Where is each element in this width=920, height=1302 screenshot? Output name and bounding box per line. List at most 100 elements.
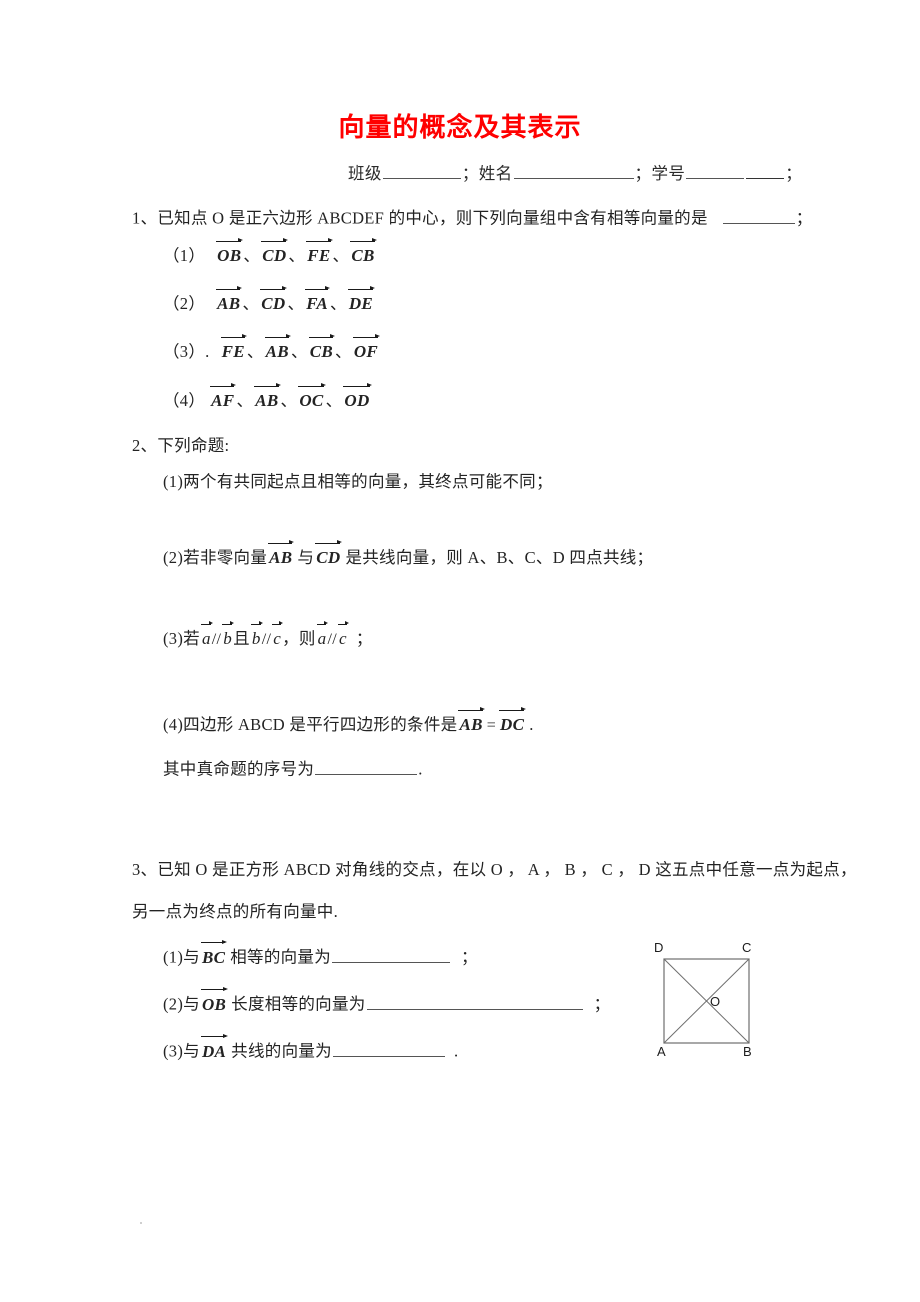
q2-item-4-text-a: 四边形 ABCD 是平行四边形的条件是 [183,715,458,734]
vertex-label-d: D [654,940,664,955]
vec-sep: 、 [332,246,350,265]
vector-da: DA [200,1033,229,1060]
vec-sep: 、 [287,294,305,313]
q3-item-1-text-c: ； [461,947,478,967]
q3-item-3: (3)与 DA 共线的向量为. [163,1033,459,1061]
q3-item-1: (1)与 BC 相等的向量为 ； [163,939,478,967]
q1-answer-blank[interactable] [722,206,795,224]
vector-cd: CD [261,238,289,264]
q2-item-4-text-b: . [529,715,534,734]
vertex-label-b: B [743,1044,752,1059]
q1-option-4: （4） AF、 AB、 OC、 OD [163,383,372,410]
vector-arrow-icon [499,705,527,714]
q3-item-2-text-b: 长度相等的向量为 [231,994,366,1014]
vec-sep: 、 [288,246,306,265]
vector-ab: AB [458,707,486,733]
q2-item-3-marker: (3) [163,629,184,648]
q3-item-3-blank[interactable] [332,1039,445,1057]
q1-option-2-marker: （2） [163,294,206,313]
vector-arrow-icon [458,705,486,714]
q3-item-2-blank[interactable] [366,992,583,1010]
q3-item-1-text-b: 相等的向量为 [230,947,332,967]
vector-fe: FE [306,238,333,264]
vector-c: c [337,621,349,647]
vector-b: b [250,621,263,647]
vec-sep: 、 [335,342,352,361]
vector-arrow-icon [308,332,336,341]
q3-item-2-text-c: ； [593,994,611,1014]
q3-item-3-marker: (3) [163,1041,184,1061]
vector-of: OF [352,334,381,360]
vector-ab: AB [216,286,243,312]
q2-conclusion: 其中真命题的序号为. [163,757,423,779]
page-artifact-dot [140,1222,142,1224]
q1-option-3: （3）. FE、 AB、 CB、 OF [163,334,381,361]
vector-arrow-icon [306,236,333,245]
class-blank[interactable] [382,162,461,179]
vector-arrow-icon [315,538,343,547]
vector-arrow-icon [316,620,329,628]
vector-dc: DC [499,707,527,733]
vector-arrow-icon [250,620,263,628]
vector-arrow-icon [337,620,349,628]
vector-a: a [316,621,329,647]
q2-item-3: (3)若 a//b 且 b//c ，则 a//c； [163,621,373,649]
q3-item-2: (2)与 OB 长度相等的向量为 ； [163,986,611,1014]
vector-arrow-icon [200,938,228,947]
q3-item-3-text-c: . [453,1041,459,1061]
q2-item-1: (1)两个有共同起点且相等的向量，其终点可能不同； [163,472,553,491]
vector-arrow-icon [200,985,229,994]
info-sep-3: ； [785,164,803,183]
q1-stem-text: 已知点 O 是正六边形 ABCDEF 的中心，则下列向量组中含有相等向量的是 [157,208,708,228]
q2-stem: 2、下列命题: [132,436,229,455]
q2-item-2-text-b: 与 [297,548,315,567]
vector-cd: CD [315,540,343,566]
q1-option-1: （1） OB、 CD、 FE、 CB [163,238,377,265]
q3-item-3-text-a: 与 [183,1041,200,1061]
q1-option-1-marker: （1） [163,246,206,265]
q2-item-1-text: 两个有共同起点且相等的向量，其终点可能不同； [183,472,553,491]
vector-arrow-icon [210,381,237,390]
q2-item-3-text-d: ； [355,629,373,648]
q3-item-2-marker: (2) [163,994,184,1014]
q2-answer-blank[interactable] [315,757,418,775]
q2-item-4: (4)四边形 ABCD 是平行四边形的条件是 AB = DC. [163,707,534,735]
vector-fe: FE [220,334,248,360]
vector-arrow-icon [264,332,292,341]
vec-sep: 、 [246,342,264,361]
vector-arrow-icon [272,620,283,628]
vector-arrow-icon [222,620,234,628]
vector-arrow-icon [343,381,372,390]
vector-arrow-icon [216,236,244,245]
q2-item-3-text-a: 若 [183,629,200,648]
vector-arrow-icon [254,381,281,390]
q3-stem-line-2: 另一点为终点的所有向量中. [132,902,338,921]
vector-arrow-icon [298,381,326,390]
vec-sep: 、 [290,342,308,361]
student-info-line: 班级 ；姓名 ；学号； [348,160,802,184]
id-blank[interactable] [686,162,745,179]
q2-item-3-text-c: ，则 [282,629,316,648]
vector-cb: CB [308,334,336,360]
center-label-o: O [710,994,721,1009]
q2-conclusion-text: 其中真命题的序号为 [163,759,315,779]
vec-sep: 、 [325,391,343,410]
q3-stem-line-1: 3、已知 O 是正方形 ABCD 对角线的交点，在以 O ， A ， B ， C… [132,860,857,879]
id-blank-dark[interactable] [746,162,785,179]
q2-item-3-op-2: // [261,631,272,648]
worksheet-page: 向量的概念及其表示 班级 ；姓名 ；学号； 1、已知点 O 是正六边形 ABCDEF… [0,0,920,1302]
q1-option-3-marker: （3）. [163,342,210,361]
info-sep-1: ； [461,164,479,183]
vector-ob: OB [200,986,229,1013]
q3-item-1-blank[interactable] [332,945,451,963]
name-blank[interactable] [513,162,634,179]
class-label: 班级 [348,164,382,183]
vector-cb: CB [350,238,377,264]
vector-af: AF [210,383,237,409]
vector-od: OD [343,383,372,409]
q2-item-3-op-1: // [211,631,222,648]
vector-a: a [200,621,213,647]
vec-sep: 、 [242,294,260,313]
vector-de: DE [347,286,376,312]
q2-conclusion-end: . [418,759,423,779]
